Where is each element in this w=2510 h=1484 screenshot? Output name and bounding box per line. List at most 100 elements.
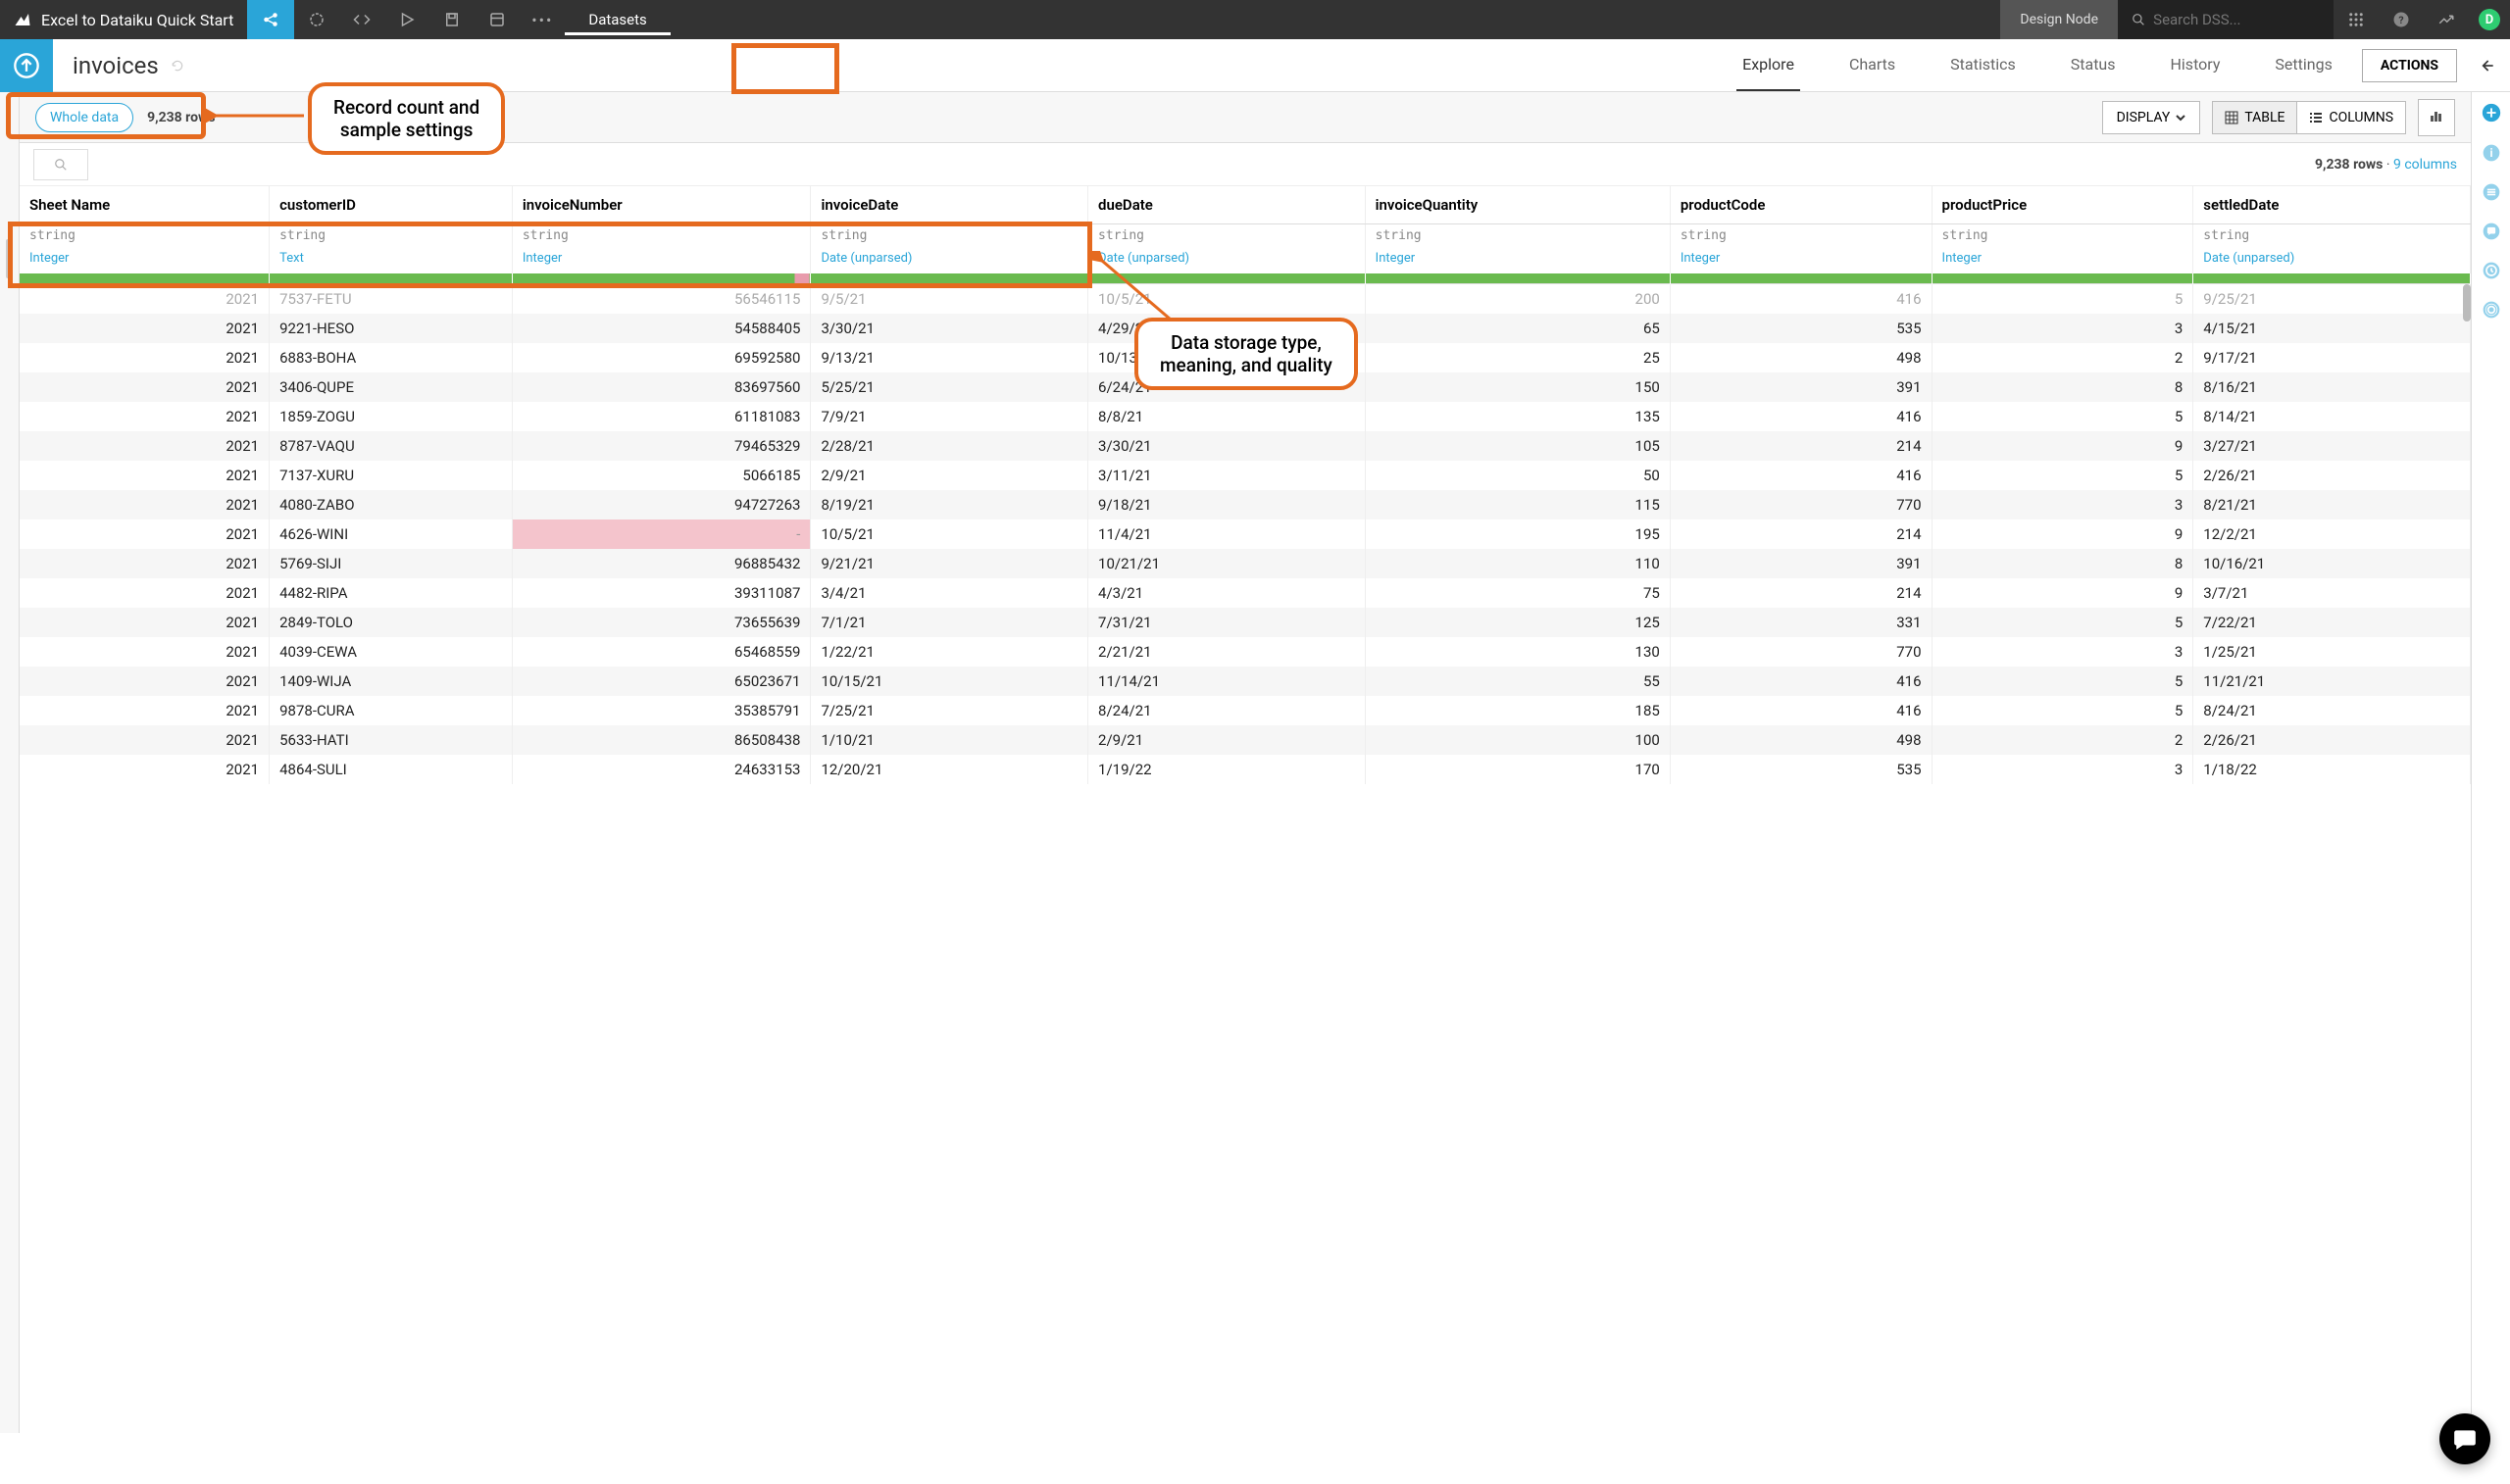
table-cell[interactable]: 2/26/21 <box>2193 461 2471 490</box>
table-cell[interactable]: 3406-QUPE <box>270 372 513 402</box>
table-cell[interactable]: 4626-WINI <box>270 519 513 549</box>
table-row[interactable]: 20214080-ZABO947272638/19/219/18/2111577… <box>20 490 2471 519</box>
table-cell[interactable]: 2021 <box>20 372 270 402</box>
table-cell[interactable]: 416 <box>1670 402 1932 431</box>
search-bar[interactable] <box>2118 0 2334 39</box>
table-cell[interactable]: 75 <box>1365 578 1670 608</box>
table-cell[interactable]: - <box>512 519 811 549</box>
drag-handle[interactable] <box>6 239 10 278</box>
code-icon[interactable] <box>339 0 384 39</box>
table-cell[interactable]: 135 <box>1365 402 1670 431</box>
table-cell[interactable]: 115 <box>1365 490 1670 519</box>
meaning-type[interactable]: Integer <box>1670 247 1932 273</box>
table-cell[interactable]: 170 <box>1365 755 1670 784</box>
table-cell[interactable]: 50 <box>1365 461 1670 490</box>
table-cell[interactable]: 2021 <box>20 608 270 637</box>
table-cell[interactable]: 8/24/21 <box>1088 696 1366 725</box>
meaning-type[interactable]: Integer <box>1932 247 2193 273</box>
column-header[interactable]: Sheet Name <box>20 186 270 224</box>
table-cell[interactable]: 35385791 <box>512 696 811 725</box>
scrollbar-thumb[interactable] <box>2463 284 2471 322</box>
table-cell[interactable]: 214 <box>1670 578 1932 608</box>
table-cell[interactable]: 3/27/21 <box>2193 431 2471 461</box>
table-cell[interactable]: 8/24/21 <box>2193 696 2471 725</box>
lineage-icon[interactable] <box>2482 300 2501 320</box>
table-cell[interactable]: 73655639 <box>512 608 811 637</box>
table-row[interactable]: 20219878-CURA353857917/25/218/24/2118541… <box>20 696 2471 725</box>
table-cell[interactable]: 4/15/21 <box>2193 314 2471 343</box>
table-cell[interactable]: 11/14/21 <box>1088 667 1366 696</box>
table-cell[interactable]: 3 <box>1932 314 2193 343</box>
table-row[interactable]: 20214626-WINI-10/5/2111/4/21195214912/2/… <box>20 519 2471 549</box>
table-cell[interactable]: 7/22/21 <box>2193 608 2471 637</box>
table-cell[interactable]: 2 <box>1932 343 2193 372</box>
table-cell[interactable]: 5 <box>1932 461 2193 490</box>
table-cell[interactable]: 2/21/21 <box>1088 637 1366 667</box>
table-cell[interactable]: 535 <box>1670 314 1932 343</box>
table-cell[interactable]: 8 <box>1932 549 2193 578</box>
actions-button[interactable]: ACTIONS <box>2362 49 2457 82</box>
table-cell[interactable]: 7/31/21 <box>1088 608 1366 637</box>
table-cell[interactable]: 4482-RIPA <box>270 578 513 608</box>
table-cell[interactable]: 10/5/21 <box>811 519 1088 549</box>
column-header[interactable]: invoiceQuantity <box>1365 186 1670 224</box>
table-cell[interactable]: 100 <box>1365 725 1670 755</box>
tab-settings[interactable]: Settings <box>2269 39 2337 91</box>
table-cell[interactable]: 535 <box>1670 755 1932 784</box>
table-cell[interactable]: 150 <box>1365 372 1670 402</box>
table-cell[interactable]: 1/25/21 <box>2193 637 2471 667</box>
table-cell[interactable]: 2021 <box>20 461 270 490</box>
table-cell[interactable]: 7/9/21 <box>811 402 1088 431</box>
table-cell[interactable]: 1859-ZOGU <box>270 402 513 431</box>
user-avatar[interactable]: D <box>2479 9 2500 30</box>
column-header[interactable]: settledDate <box>2193 186 2471 224</box>
dashboard-icon[interactable] <box>475 0 520 39</box>
meaning-type[interactable]: Integer <box>512 247 811 273</box>
table-row[interactable]: 20211859-ZOGU611810837/9/218/8/211354165… <box>20 402 2471 431</box>
quick-chart-button[interactable] <box>2418 99 2455 136</box>
table-cell[interactable]: 2021 <box>20 637 270 667</box>
table-cell[interactable]: 5769-SIJI <box>270 549 513 578</box>
table-row[interactable]: 20217537-FETU565461159/5/2110/5/21200416… <box>20 283 2471 314</box>
table-cell[interactable]: 65023671 <box>512 667 811 696</box>
table-cell[interactable]: 2021 <box>20 431 270 461</box>
table-cell[interactable]: 10/15/21 <box>811 667 1088 696</box>
table-cell[interactable]: 8/8/21 <box>1088 402 1366 431</box>
table-row[interactable]: 20214864-SULI2463315312/20/211/19/221705… <box>20 755 2471 784</box>
meaning-type[interactable]: Date (unparsed) <box>1088 247 1366 273</box>
tab-charts[interactable]: Charts <box>1843 39 1901 91</box>
sample-pill[interactable]: Whole data <box>35 103 133 132</box>
table-cell[interactable]: 9878-CURA <box>270 696 513 725</box>
help-button[interactable]: ? <box>2379 0 2424 39</box>
table-cell[interactable]: 2/26/21 <box>2193 725 2471 755</box>
chat-button[interactable] <box>2439 1413 2490 1464</box>
column-header[interactable]: dueDate <box>1088 186 1366 224</box>
table-cell[interactable]: 1/10/21 <box>811 725 1088 755</box>
table-cell[interactable]: 96885432 <box>512 549 811 578</box>
tab-explore[interactable]: Explore <box>1736 39 1800 91</box>
flow-icon[interactable] <box>294 0 339 39</box>
table-cell[interactable]: 2/28/21 <box>811 431 1088 461</box>
table-cell[interactable]: 2021 <box>20 314 270 343</box>
play-icon[interactable] <box>384 0 429 39</box>
column-header[interactable]: invoiceDate <box>811 186 1088 224</box>
discuss-icon[interactable] <box>2482 222 2501 241</box>
table-cell[interactable]: 7/25/21 <box>811 696 1088 725</box>
table-cell[interactable]: 200 <box>1365 283 1670 314</box>
table-cell[interactable]: 12/20/21 <box>811 755 1088 784</box>
table-cell[interactable]: 9 <box>1932 519 2193 549</box>
table-cell[interactable]: 214 <box>1670 431 1932 461</box>
table-row[interactable]: 20218787-VAQU794653292/28/213/30/2110521… <box>20 431 2471 461</box>
table-cell[interactable]: 61181083 <box>512 402 811 431</box>
table-cell[interactable]: 498 <box>1670 343 1932 372</box>
table-cell[interactable]: 5/25/21 <box>811 372 1088 402</box>
dataset-type-icon[interactable] <box>0 39 53 92</box>
table-cell[interactable]: 39311087 <box>512 578 811 608</box>
table-cell[interactable]: 24633153 <box>512 755 811 784</box>
table-cell[interactable]: 391 <box>1670 372 1932 402</box>
table-row[interactable]: 20217137-XURU50661852/9/213/11/215041652… <box>20 461 2471 490</box>
table-cell[interactable]: 86508438 <box>512 725 811 755</box>
tab-history[interactable]: History <box>2165 39 2227 91</box>
meaning-type[interactable]: Integer <box>20 247 270 273</box>
table-cell[interactable]: 3/30/21 <box>1088 431 1366 461</box>
